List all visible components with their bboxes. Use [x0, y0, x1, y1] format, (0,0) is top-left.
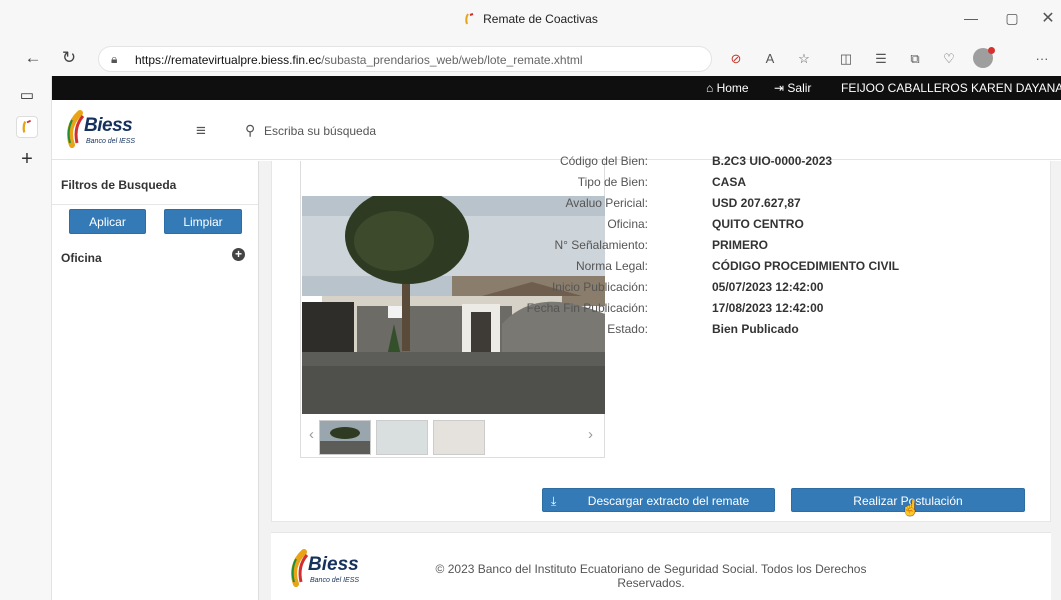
detail-value: CÓDIGO PROCEDIMIENTO CIVIL: [712, 259, 900, 273]
lot-detail-card: ‹ › Código del Bien: B.2C3 UIO-0000-2023…: [271, 154, 1051, 522]
thumbnail-3[interactable]: [433, 420, 485, 455]
limpiar-button[interactable]: Limpiar: [164, 209, 242, 234]
profile-badge: [988, 47, 995, 54]
detail-label: Fecha Fin Publicación:: [448, 301, 648, 315]
collections-icon[interactable]: ⧉: [906, 51, 924, 67]
browser-vertical-tabs: ▭ +: [0, 76, 52, 600]
footer-inner: Biess Banco del IESS © 2023 Banco del In…: [271, 532, 1051, 600]
home-link-label: Home: [716, 81, 749, 95]
thumbnail-1[interactable]: [319, 420, 371, 455]
detail-label: Estado:: [607, 322, 648, 336]
url-host: https://rematevirtualpre.biess.fin.ec: [135, 53, 322, 67]
site-header: Biess Banco del IESS ≡ ⚲ Escriba su búsq…: [52, 100, 1061, 160]
filters-title: Filtros de Busqueda: [61, 178, 177, 192]
maximize-button[interactable]: ▢: [1002, 10, 1022, 27]
hand-cursor-icon: ☝: [901, 500, 920, 517]
thumbnail-1-tree: [330, 427, 360, 439]
detail-value: 17/08/2023 12:42:00: [712, 301, 824, 315]
search-input[interactable]: Escriba su búsqueda: [264, 124, 376, 138]
detail-label: Tipo de Bien:: [577, 175, 648, 189]
favorite-star-icon[interactable]: ☆: [795, 51, 813, 67]
oficina-filter-label[interactable]: Oficina: [61, 251, 102, 265]
thumbnail-1-ground: [320, 441, 370, 454]
detail-value: QUITO CENTRO: [712, 217, 804, 231]
download-extract-label: Descargar extracto del remate: [587, 494, 750, 508]
home-icon: ⌂: [706, 81, 714, 95]
window-title-text: Remate de Coactivas: [483, 12, 598, 26]
site-footer: Biess Banco del IESS © 2023 Banco del In…: [259, 532, 1061, 600]
detail-value: 05/07/2023 12:42:00: [712, 280, 824, 294]
detail-label: Inicio Publicación:: [448, 280, 648, 294]
close-window-button[interactable]: ✕: [1038, 8, 1058, 28]
new-tab-icon[interactable]: +: [16, 148, 38, 171]
window-title: Remate de Coactivas: [0, 12, 1061, 26]
web-page: ⌂ Home ⇥ Salir FEIJOO CABALLEROS KAREN D…: [52, 76, 1061, 600]
menu-hamburger-icon[interactable]: ≡: [196, 121, 206, 141]
biess-favicon-icon: [465, 13, 474, 25]
detail-value: Bien Publicado: [712, 322, 799, 336]
tab-actions-icon[interactable]: ▭: [16, 86, 38, 104]
address-bar-row: ← ↻ 🔒︎ https://rematevirtualpre.biess.fi…: [0, 42, 1061, 76]
detail-value: CASA: [712, 175, 747, 189]
url-field[interactable]: 🔒︎ https://rematevirtualpre.biess.fin.ec…: [98, 46, 712, 72]
tab-remate[interactable]: [16, 116, 38, 138]
search-icon[interactable]: ⚲: [245, 122, 255, 139]
url-text: https://rematevirtualpre.biess.fin.ec/su…: [135, 53, 583, 67]
top-user-bar: ⌂ Home ⇥ Salir FEIJOO CABALLEROS KAREN D…: [52, 76, 1061, 100]
read-aloud-icon[interactable]: A: [761, 51, 779, 66]
detail-value: USD 207.627,87: [712, 196, 801, 210]
extensions-icon[interactable]: ♡: [940, 51, 958, 67]
favorites-list-icon[interactable]: ☰: [872, 51, 890, 67]
aplicar-button[interactable]: Aplicar: [69, 209, 146, 234]
home-link[interactable]: ⌂ Home: [706, 81, 749, 95]
detail-label: Avaluo Pericial:: [565, 196, 649, 210]
footer-logo-subtitle: Banco del IESS: [310, 577, 360, 584]
more-options-icon[interactable]: ···: [1033, 51, 1051, 66]
gallery-next-icon[interactable]: ›: [588, 426, 593, 443]
refresh-button[interactable]: ↻: [58, 48, 80, 68]
filters-sidebar: Filtros de Busqueda Aplicar Limpiar Ofic…: [52, 161, 259, 600]
split-screen-icon[interactable]: ◫: [837, 51, 855, 67]
download-extract-button[interactable]: ⤓ Descargar extracto del remate: [542, 488, 775, 512]
detail-label-text: Fecha Fin Publicación:: [526, 301, 648, 315]
gallery-prev-icon[interactable]: ‹: [309, 426, 314, 443]
filters-header: Filtros de Busqueda: [52, 161, 258, 205]
expand-oficina-icon[interactable]: +: [232, 248, 245, 261]
url-path: /subasta_prendarios_web/web/lote_remate.…: [321, 53, 583, 67]
download-icon: ⤓: [551, 494, 557, 508]
detail-label: Norma Legal:: [575, 259, 648, 273]
detail-value: PRIMERO: [712, 238, 769, 252]
biess-logo[interactable]: Biess Banco del IESS: [64, 110, 164, 150]
detail-label: Código del Bien:: [559, 154, 648, 168]
thumbnail-2[interactable]: [376, 420, 428, 455]
user-name[interactable]: FEIJOO CABALLEROS KAREN DAYANA: [841, 81, 1061, 95]
detail-label: Oficina:: [607, 217, 648, 231]
salir-link-label: Salir: [787, 81, 812, 95]
logo-text: Biess: [84, 115, 133, 136]
footer-biess-logo: Biess Banco del IESS: [288, 549, 378, 589]
salir-link[interactable]: ⇥ Salir: [774, 81, 811, 95]
logout-icon: ⇥: [774, 81, 785, 95]
minimize-button[interactable]: —: [961, 10, 981, 26]
detail-value: B.2C3 UIO-0000-2023: [712, 154, 833, 168]
footer-logo-text: Biess: [308, 554, 359, 575]
detail-label: N° Señalamiento:: [554, 238, 648, 252]
logo-subtitle: Banco del IESS: [86, 138, 136, 145]
back-button[interactable]: ←: [22, 48, 44, 68]
copyright-text: © 2023 Banco del Instituto Ecuatoriano d…: [435, 562, 867, 590]
lock-icon: 🔒︎: [111, 52, 118, 66]
tracking-prevention-icon[interactable]: ⊘: [727, 51, 745, 67]
biess-tab-icon: [22, 119, 32, 133]
window-titlebar: Remate de Coactivas — ▢ ✕: [0, 0, 1061, 42]
detail-label-text: Inicio Publicación:: [551, 280, 648, 294]
